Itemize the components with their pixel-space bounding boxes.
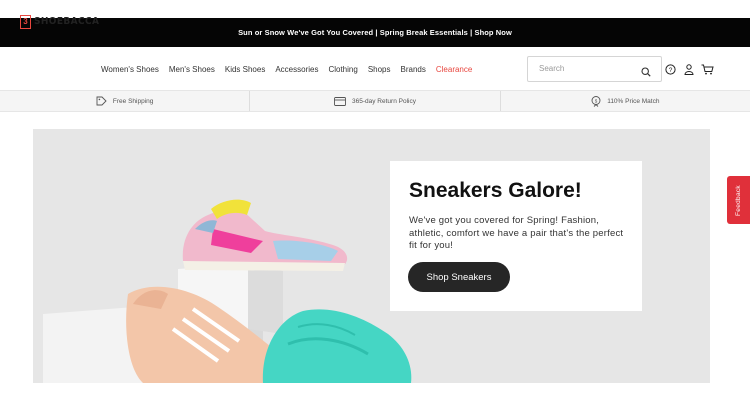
main-nav: Women's Shoes Men's Shoes Kids Shoes Acc… xyxy=(101,65,482,74)
hero-card: Sneakers Galore! We've got you covered f… xyxy=(390,161,642,311)
cart-icon[interactable] xyxy=(701,62,714,80)
benefit-free-shipping[interactable]: Free Shipping xyxy=(0,91,251,111)
nav-clearance[interactable]: Clearance xyxy=(436,65,472,74)
help-icon[interactable]: ? xyxy=(665,62,676,80)
search-icon[interactable] xyxy=(641,64,651,82)
shipping-tag-icon xyxy=(96,96,107,106)
search-box[interactable] xyxy=(527,56,662,82)
nav-kids-shoes[interactable]: Kids Shoes xyxy=(225,65,265,74)
svg-text:?: ? xyxy=(669,67,673,74)
svg-text:$: $ xyxy=(595,98,598,103)
benefit-label: 110% Price Match xyxy=(607,97,660,105)
nav-shops[interactable]: Shops xyxy=(368,65,391,74)
benefit-label: Free Shipping xyxy=(112,97,154,105)
benefit-price-match[interactable]: $ 110% Price Match xyxy=(501,91,750,111)
feedback-tab[interactable]: Feedback xyxy=(727,176,750,224)
nav-accessories[interactable]: Accessories xyxy=(275,65,318,74)
benefits-bar: Free Shipping 365-day Return Policy $ 11… xyxy=(0,90,750,112)
logo[interactable]: 3 SHOEBACCA xyxy=(20,14,99,29)
account-icon[interactable] xyxy=(684,62,694,80)
benefit-label: 365-day Return Policy xyxy=(352,97,416,105)
promo-banner[interactable]: Sun or Snow We've Got You Covered | Spri… xyxy=(0,18,750,47)
nav-clothing[interactable]: Clothing xyxy=(328,65,357,74)
promo-text[interactable]: Sun or Snow We've Got You Covered | Spri… xyxy=(238,28,512,37)
benefit-return-policy[interactable]: 365-day Return Policy xyxy=(250,91,501,111)
search-input[interactable] xyxy=(539,64,639,73)
hero-title: Sneakers Galore! xyxy=(409,179,582,202)
nav-brands[interactable]: Brands xyxy=(401,65,426,74)
return-card-icon xyxy=(334,96,346,106)
feedback-label: Feedback xyxy=(735,184,743,216)
price-tag-icon: $ xyxy=(591,95,601,107)
logo-mark: 3 xyxy=(20,14,31,29)
shop-sneakers-button[interactable]: Shop Sneakers xyxy=(408,262,510,292)
hero-text: We've got you covered for Spring! Fashio… xyxy=(409,215,624,251)
nav-mens-shoes[interactable]: Men's Shoes xyxy=(169,65,215,74)
logo-text: SHOEBACCA xyxy=(34,16,100,27)
nav-womens-shoes[interactable]: Women's Shoes xyxy=(101,65,159,74)
